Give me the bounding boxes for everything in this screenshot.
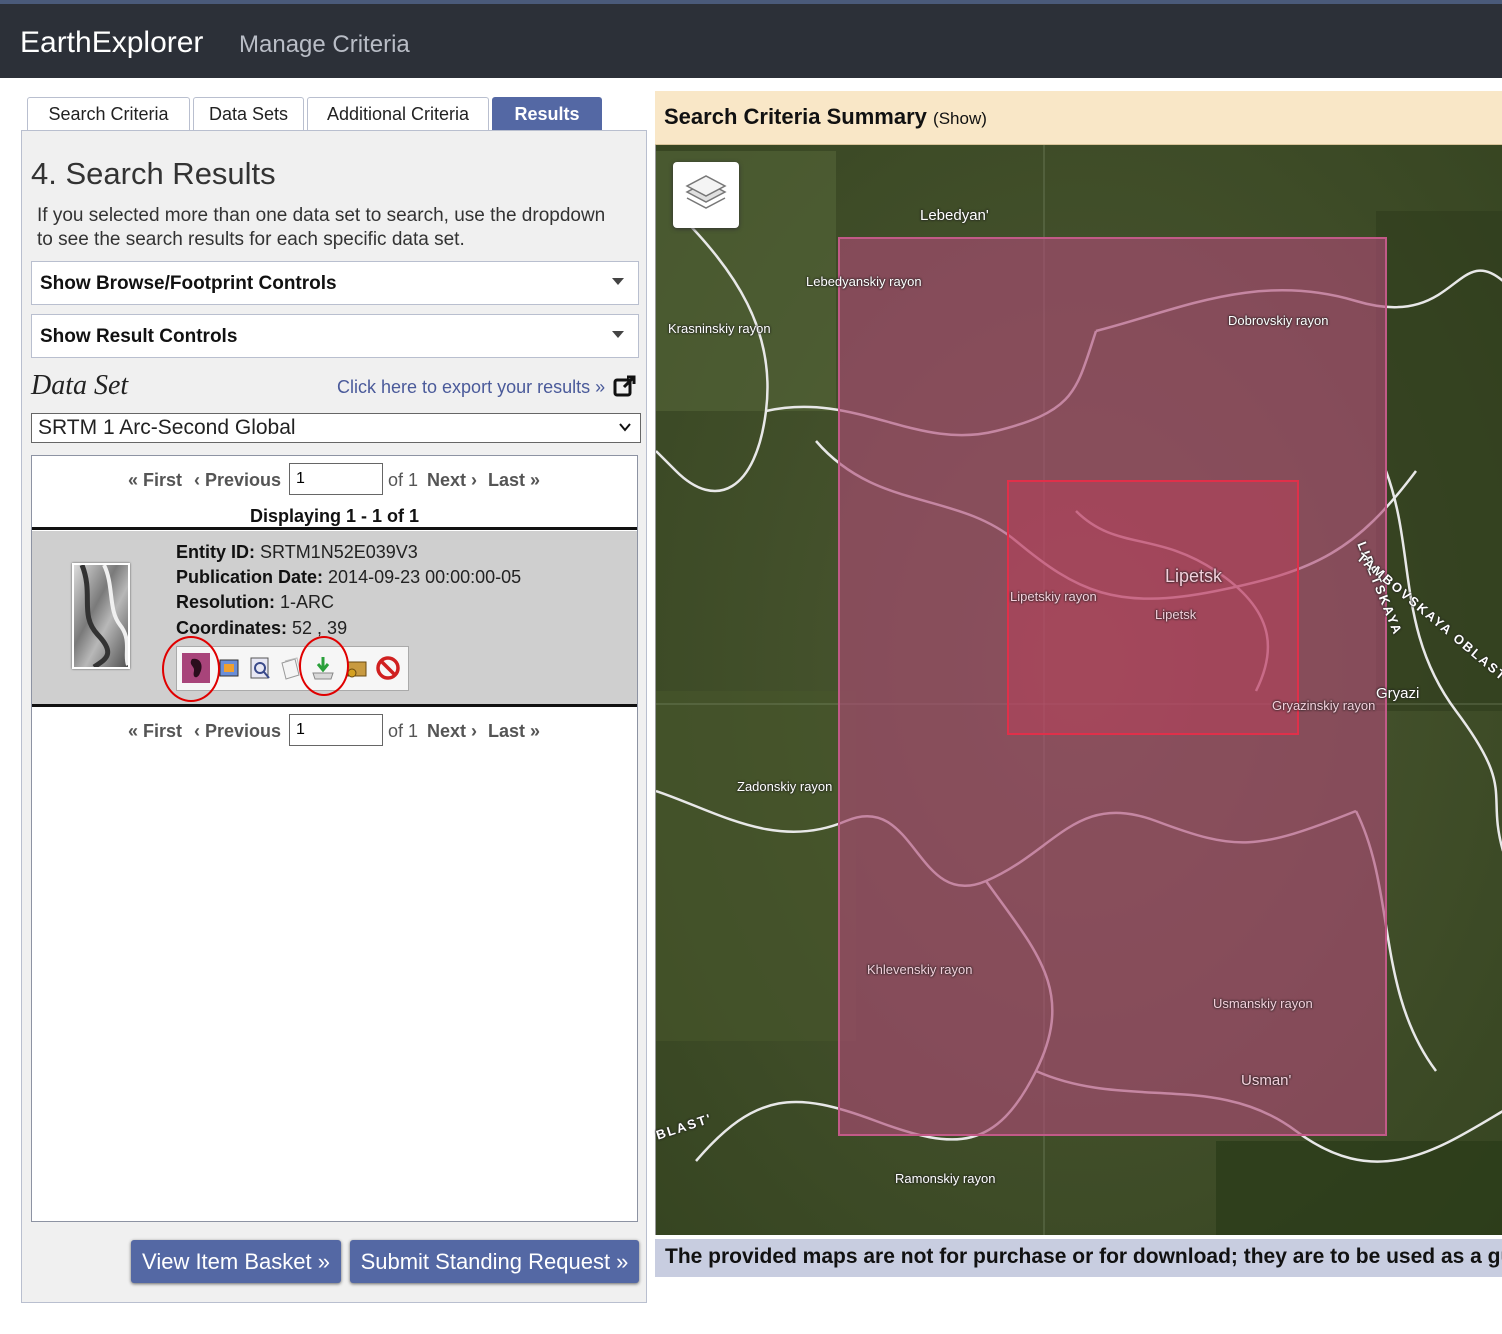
submit-standing-request-button[interactable]: Submit Standing Request » (350, 1240, 639, 1283)
publication-date-value: 2014-09-23 00:00:00-05 (328, 567, 522, 587)
results-intro-text: If you selected more than one data set t… (37, 205, 606, 250)
map-disclaimer: The provided maps are not for purchase o… (655, 1239, 1502, 1277)
coordinates-label: Coordinates: (176, 618, 288, 638)
browse-footprint-controls-toggle[interactable]: Show Browse/Footprint Controls (31, 261, 639, 305)
map-label: Usman' (1241, 1072, 1292, 1089)
disclaimer-text: The provided maps are not for purchase o… (665, 1245, 1502, 1268)
map-label: Usmanskiy rayon (1213, 996, 1313, 1011)
first-page-link[interactable]: « First (128, 721, 182, 742)
tab-results[interactable]: Results (492, 97, 602, 131)
previous-page-link[interactable]: ‹ Previous (194, 721, 281, 742)
browse-controls-label: Show Browse/Footprint Controls (40, 273, 337, 294)
map-label: Lebedyan' (920, 207, 989, 224)
page-number-input[interactable] (289, 463, 383, 495)
result-controls-toggle[interactable]: Show Result Controls (31, 314, 639, 358)
entity-id-row: Entity ID: SRTM1N52E039V3 (176, 542, 418, 563)
layers-icon (685, 175, 727, 209)
map-label: Lebedyanskiy rayon (806, 274, 922, 289)
divider (32, 704, 637, 707)
next-page-link[interactable]: Next › (427, 721, 477, 742)
result-thumbnail[interactable] (72, 563, 130, 669)
divider (32, 527, 637, 530)
previous-page-link[interactable]: ‹ Previous (194, 470, 281, 491)
app-brand[interactable]: EarthExplorer (20, 26, 203, 60)
chevron-down-icon (619, 423, 631, 432)
layers-button[interactable] (673, 162, 739, 228)
map-label: Lipetsk (1155, 607, 1197, 622)
manage-criteria-link[interactable]: Manage Criteria (239, 31, 410, 59)
view-item-basket-button[interactable]: View Item Basket » (131, 1240, 341, 1283)
external-link-icon[interactable] (613, 374, 637, 398)
entity-id-value: SRTM1N52E039V3 (260, 542, 418, 562)
annotation-circle-download (299, 636, 349, 696)
resolution-row: Resolution: 1-ARC (176, 592, 334, 613)
metadata-icon[interactable] (246, 653, 274, 683)
next-page-link[interactable]: Next › (427, 470, 477, 491)
caret-down-icon (612, 278, 624, 285)
map-label: Gryazinskiy rayon (1272, 698, 1376, 713)
satellite-map[interactable] (656, 91, 1502, 1235)
map-label: Ramonskiy rayon (895, 1171, 996, 1186)
exclude-icon[interactable] (374, 653, 402, 683)
search-criteria-summary: Search Criteria Summary (Show) (655, 91, 1502, 145)
page-count: of 1 (388, 470, 419, 490)
entity-id-label: Entity ID: (176, 542, 255, 562)
top-navbar: EarthExplorer Manage Criteria (0, 0, 1502, 78)
map-view[interactable] (655, 91, 1502, 1235)
result-controls-label: Show Result Controls (40, 326, 238, 347)
page-count: of 1 (388, 721, 419, 741)
summary-title: Search Criteria Summary (Show) (664, 104, 987, 130)
map-label: Gryazi (1376, 685, 1420, 702)
caret-down-icon (612, 331, 624, 338)
dataset-select-value: SRTM 1 Arc-Second Global (38, 416, 296, 439)
resolution-value: 1-ARC (280, 592, 335, 612)
last-page-link[interactable]: Last » (488, 470, 540, 491)
first-page-link[interactable]: « First (128, 470, 182, 491)
tab-search-criteria[interactable]: Search Criteria (27, 97, 190, 131)
publication-date-label: Publication Date: (176, 567, 324, 587)
map-label: Lipetsk (1165, 566, 1223, 586)
export-results-link[interactable]: Click here to export your results » (337, 377, 605, 398)
tab-data-sets[interactable]: Data Sets (193, 97, 304, 131)
map-label: Krasninskiy rayon (668, 321, 771, 336)
map-label: Dobrovskiy rayon (1228, 313, 1329, 328)
summary-show-link[interactable]: (Show) (933, 109, 987, 128)
tab-additional-criteria[interactable]: Additional Criteria (307, 97, 489, 131)
scene-footprint (1007, 480, 1299, 735)
resolution-label: Resolution: (176, 592, 275, 612)
last-page-link[interactable]: Last » (488, 721, 540, 742)
map-label: Zadonskiy rayon (737, 779, 833, 794)
summary-title-text: Search Criteria Summary (664, 104, 927, 129)
page-number-input[interactable] (289, 714, 383, 746)
page-title: 4. Search Results (31, 156, 276, 191)
dataset-label: Data Set (31, 370, 129, 401)
dataset-select[interactable]: SRTM 1 Arc-Second Global (31, 413, 641, 443)
map-label: Lipetskiy rayon (1010, 589, 1097, 604)
map-label: Khlevenskiy rayon (867, 962, 973, 977)
coordinates-value: 52 , 39 (292, 618, 348, 638)
annotation-circle-footprint (162, 636, 220, 702)
displaying-count: Displaying 1 - 1 of 1 (250, 506, 420, 526)
publication-date-row: Publication Date: 2014-09-23 00:00:00-05 (176, 567, 521, 588)
